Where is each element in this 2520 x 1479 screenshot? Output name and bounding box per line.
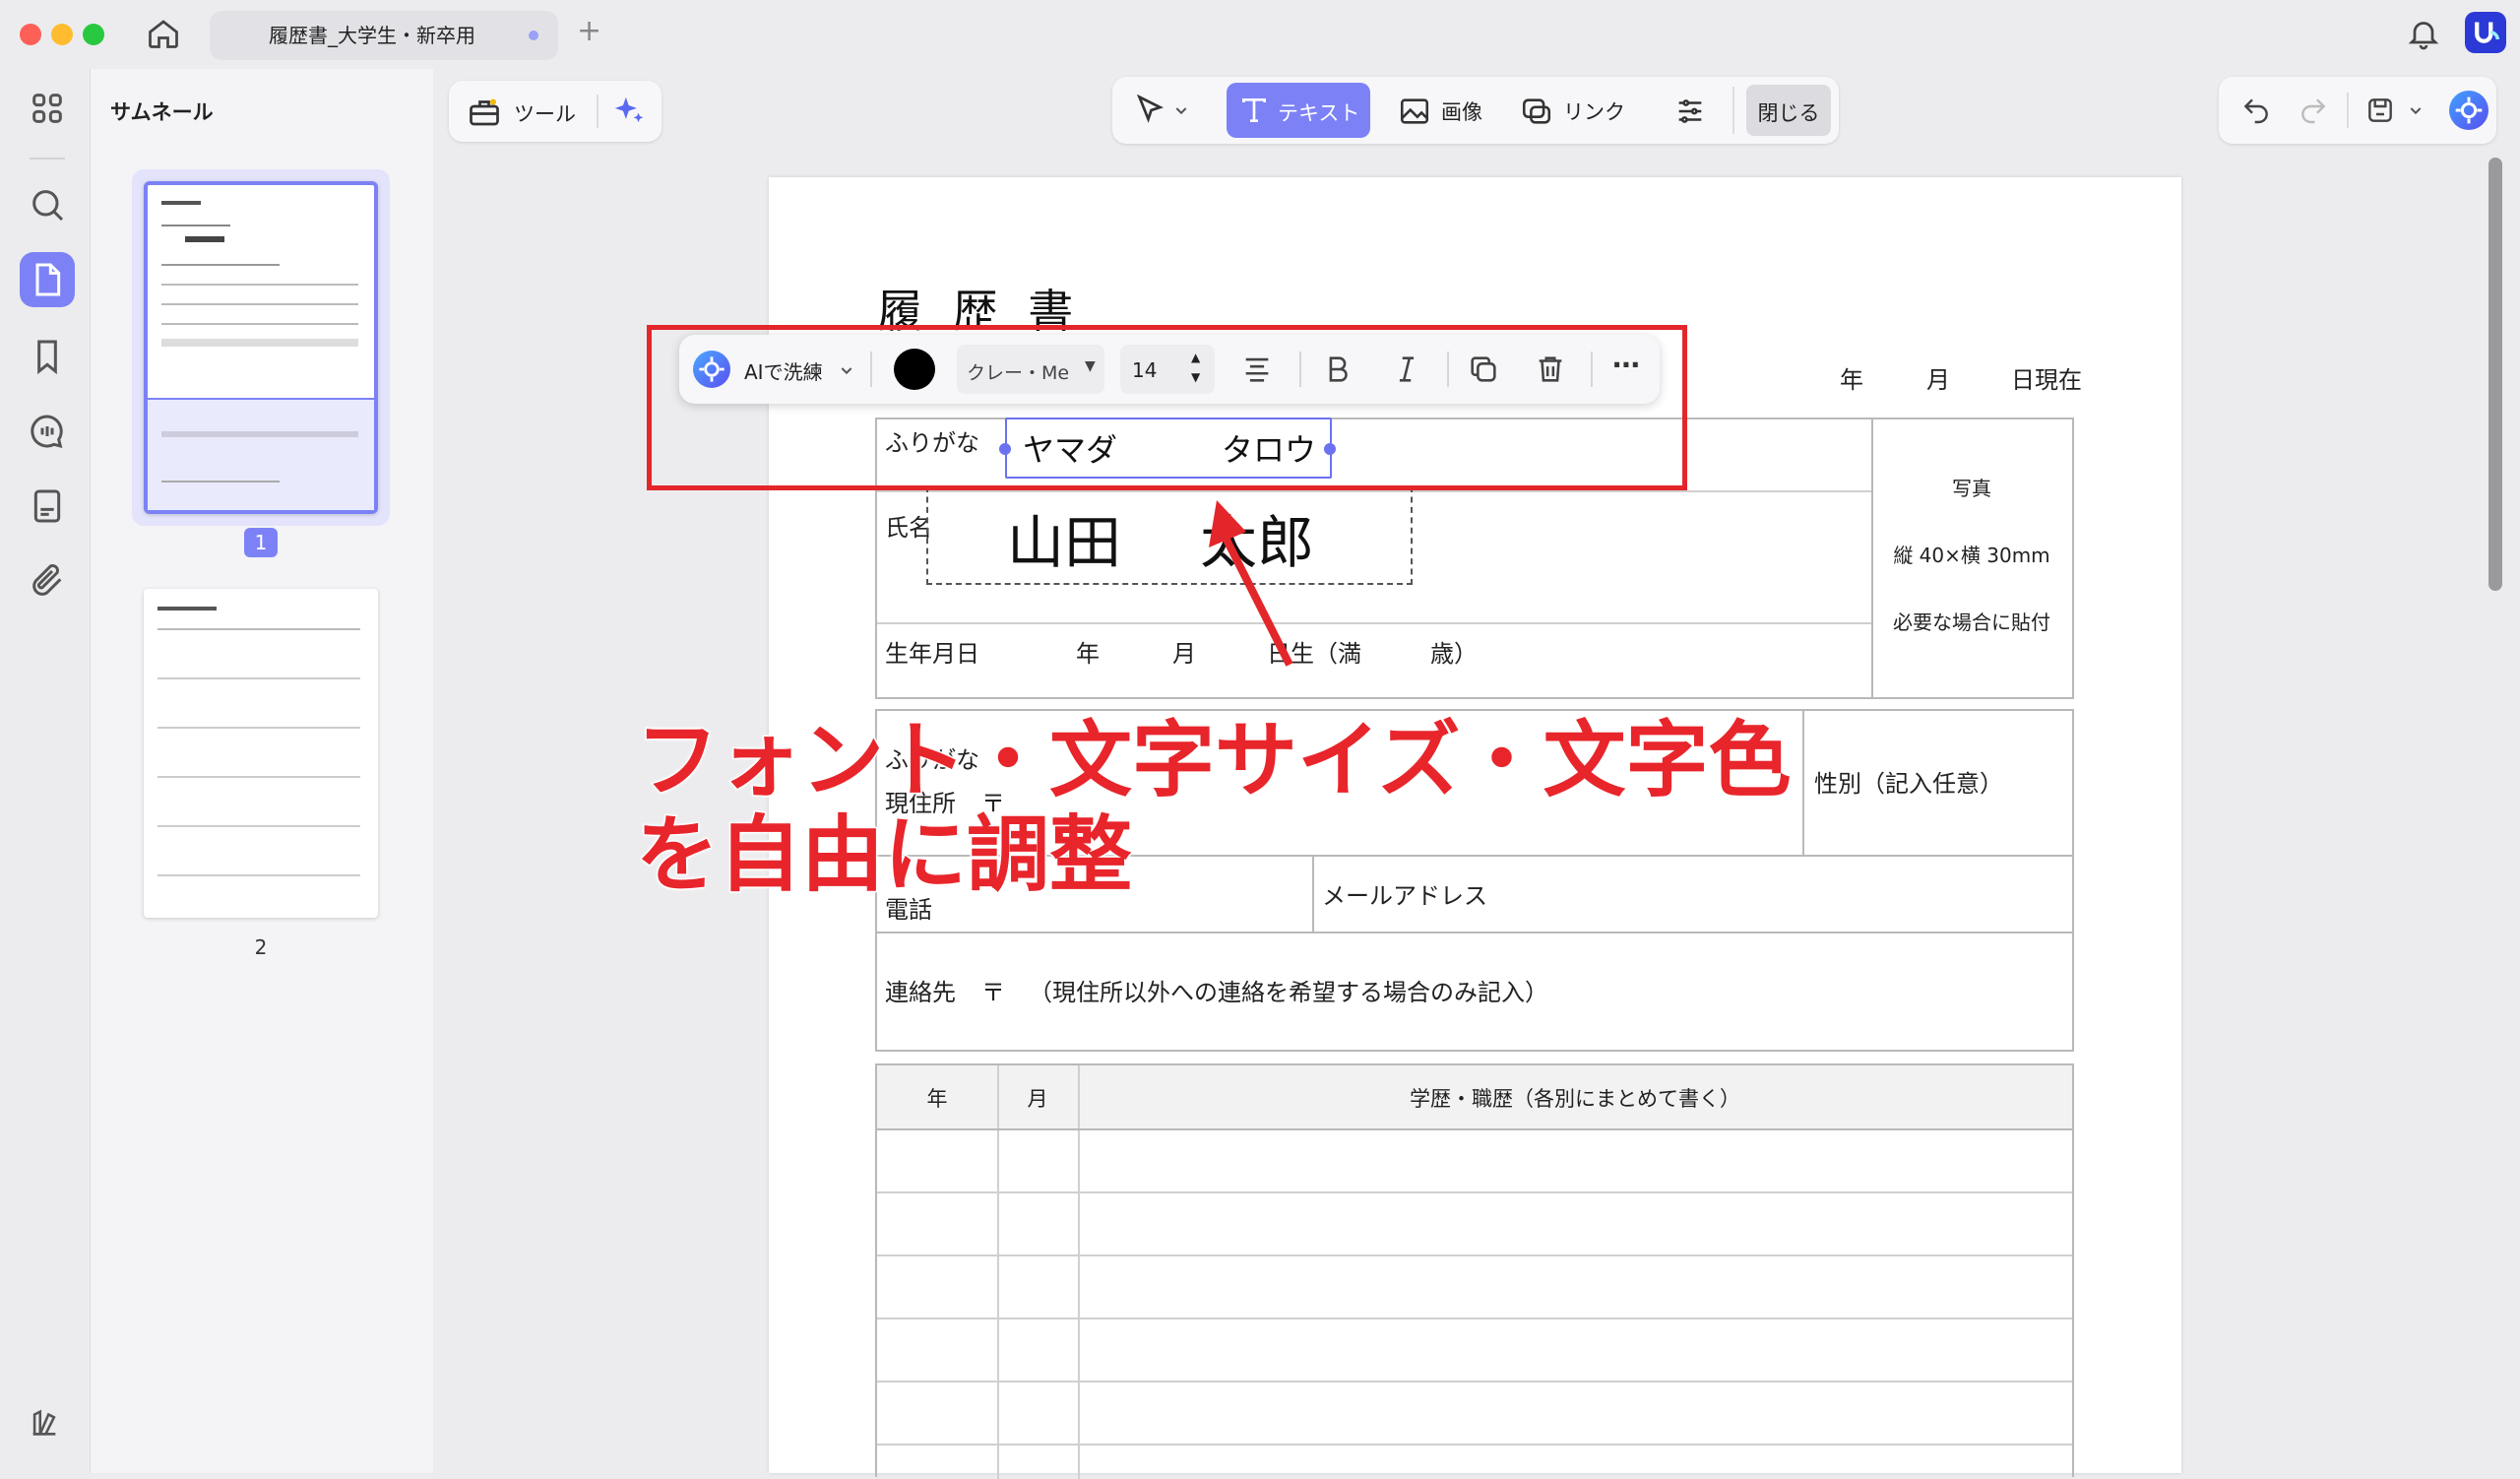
page-icon[interactable] — [28, 260, 67, 299]
tools-button[interactable]: ツール — [514, 98, 576, 128]
annotation-line1: フォント・文字サイズ・文字色 — [634, 712, 1792, 809]
annotation-callout: フォント・文字サイズ・文字色 を自由に調整 — [634, 712, 1792, 904]
bell-icon[interactable] — [2406, 16, 2441, 51]
tools-group: ツール — [449, 81, 662, 142]
text-tool-label: テキスト — [1278, 101, 1360, 125]
birth-year-label: 年 — [1076, 640, 1100, 668]
thumbnail-panel-title: サムネール — [110, 100, 214, 124]
bookmark-icon[interactable] — [28, 337, 67, 376]
contact-postal-mark: 〒 — [981, 979, 1005, 1006]
photo-line3: 必要な場合に貼付 — [1893, 611, 2050, 634]
search-icon[interactable] — [28, 185, 67, 225]
save-menu-chevron-icon[interactable] — [2408, 102, 2424, 118]
unsaved-dot — [529, 31, 538, 40]
page-thumbnail-2[interactable] — [144, 589, 378, 918]
name-textbox[interactable]: 山田 太郎 — [926, 486, 1413, 585]
attachment-icon[interactable] — [28, 561, 67, 601]
tab-title: 履歴書_大学生・新卒用 — [269, 24, 475, 47]
close-window-button[interactable] — [20, 24, 41, 45]
document-tab[interactable]: 履歴書_大学生・新卒用 — [210, 11, 558, 60]
comment-icon[interactable] — [28, 412, 67, 451]
grid-icon[interactable] — [28, 89, 67, 128]
home-icon[interactable] — [146, 16, 181, 51]
sliders-icon[interactable] — [1673, 95, 1707, 128]
birth-label: 生年月日 — [885, 640, 979, 668]
name-family-text[interactable]: 山田 — [1007, 496, 1121, 579]
sidebar-toggle-icon[interactable] — [28, 1406, 61, 1440]
annotation-line2: を自由に調整 — [634, 806, 1133, 904]
history-col-year: 年 — [926, 1087, 948, 1111]
document-icon[interactable] — [28, 486, 67, 526]
ai-sparkle-icon[interactable] — [610, 93, 648, 130]
text-tool-icon — [1238, 95, 1270, 126]
avatar[interactable] — [2465, 12, 2506, 53]
rail-divider — [30, 158, 65, 160]
title-bar: 履歴書_大学生・新卒用 + — [0, 0, 2520, 69]
history-col-content: 学歴・職歴（各別にまとめて書く） — [1410, 1087, 1740, 1111]
link-icon[interactable] — [1520, 95, 1553, 128]
page-number-2: 2 — [254, 935, 268, 959]
image-icon[interactable] — [1398, 95, 1431, 128]
photo-line2: 縦 40×横 30mm — [1893, 544, 2050, 567]
page-number-1: 1 — [244, 528, 278, 557]
history-table — [875, 1063, 2074, 1479]
ai-assistant-icon[interactable] — [2449, 91, 2488, 130]
zoom-window-button[interactable] — [83, 24, 104, 45]
pointer-icon[interactable] — [1132, 93, 1167, 128]
photo-line1: 写真 — [1952, 477, 1991, 500]
image-tool-button[interactable]: 画像 — [1441, 96, 1482, 126]
page-thumbnail-1[interactable] — [144, 181, 378, 514]
chevron-down-icon[interactable] — [1173, 102, 1189, 118]
toolbox-icon — [467, 95, 502, 130]
highlight-box — [647, 325, 1687, 490]
text-tool-button[interactable]: テキスト — [1227, 83, 1370, 138]
redo-icon[interactable] — [2298, 95, 2329, 126]
birth-age-label: 歳） — [1430, 640, 1478, 668]
undo-icon[interactable] — [2240, 95, 2272, 126]
date-suffix-label: 日現在 — [2011, 366, 2082, 394]
minimize-window-button[interactable] — [51, 24, 73, 45]
new-tab-button[interactable]: + — [577, 14, 601, 48]
annotation-arrow — [1209, 500, 1293, 667]
close-edit-button[interactable]: 閉じる — [1746, 85, 1831, 136]
gender-label: 性別（記入任意） — [1814, 770, 2003, 798]
save-icon[interactable] — [2364, 95, 2396, 126]
contact-note: （現住所以外への連絡を希望する場合のみ記入） — [1029, 979, 1548, 1006]
link-tool-button[interactable]: リンク — [1563, 96, 1625, 126]
date-year-label: 年 — [1840, 366, 1863, 394]
history-toolbar — [2219, 77, 2496, 144]
vertical-scrollbar[interactable] — [2488, 158, 2502, 591]
history-col-month: 月 — [1027, 1087, 1048, 1111]
date-month-label: 月 — [1926, 366, 1950, 394]
name-label: 氏名 — [885, 514, 932, 542]
contact-label: 連絡先 — [885, 979, 956, 1006]
close-edit-label: 閉じる — [1757, 101, 1820, 125]
edit-toolbar: テキスト 画像 リンク 閉じる — [1112, 77, 1839, 144]
